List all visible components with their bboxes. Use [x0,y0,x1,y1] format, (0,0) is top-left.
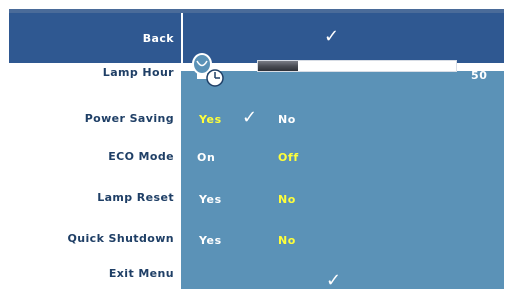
power-saving-yes[interactable]: Yes [199,113,222,126]
lamp-hour-label: Lamp Hour [102,66,174,79]
eco-mode-label: ECO Mode [108,150,174,163]
power-saving-no[interactable]: No [278,113,296,126]
eco-mode-off[interactable]: Off [278,151,299,164]
back-label: Back [142,32,174,45]
checkmark-icon: ✓ [242,107,258,128]
exit-menu-label: Exit Menu [108,267,174,280]
lamp-hour-bar-fill [258,61,298,71]
values-panel [181,71,504,289]
lamp-clock-icon [192,53,224,87]
labels-panel [9,71,181,289]
quick-shutdown-label: Quick Shutdown [67,232,174,245]
lamp-hour-bar[interactable] [257,60,457,72]
checkmark-icon: ✓ [324,26,340,47]
quick-shutdown-yes[interactable]: Yes [199,234,222,247]
header-separator [181,13,183,63]
eco-mode-on[interactable]: On [197,151,215,164]
projector-osd-menu: Back ✓ [9,9,504,289]
lamp-reset-yes[interactable]: Yes [199,193,222,206]
back-row[interactable]: Back ✓ [9,13,504,63]
quick-shutdown-no[interactable]: No [278,234,296,247]
lamp-reset-label: Lamp Reset [97,191,174,204]
lamp-hour-value: 50 [471,69,488,82]
power-saving-label: Power Saving [84,112,174,125]
lamp-reset-no[interactable]: No [278,193,296,206]
checkmark-icon[interactable]: ✓ [326,272,341,290]
